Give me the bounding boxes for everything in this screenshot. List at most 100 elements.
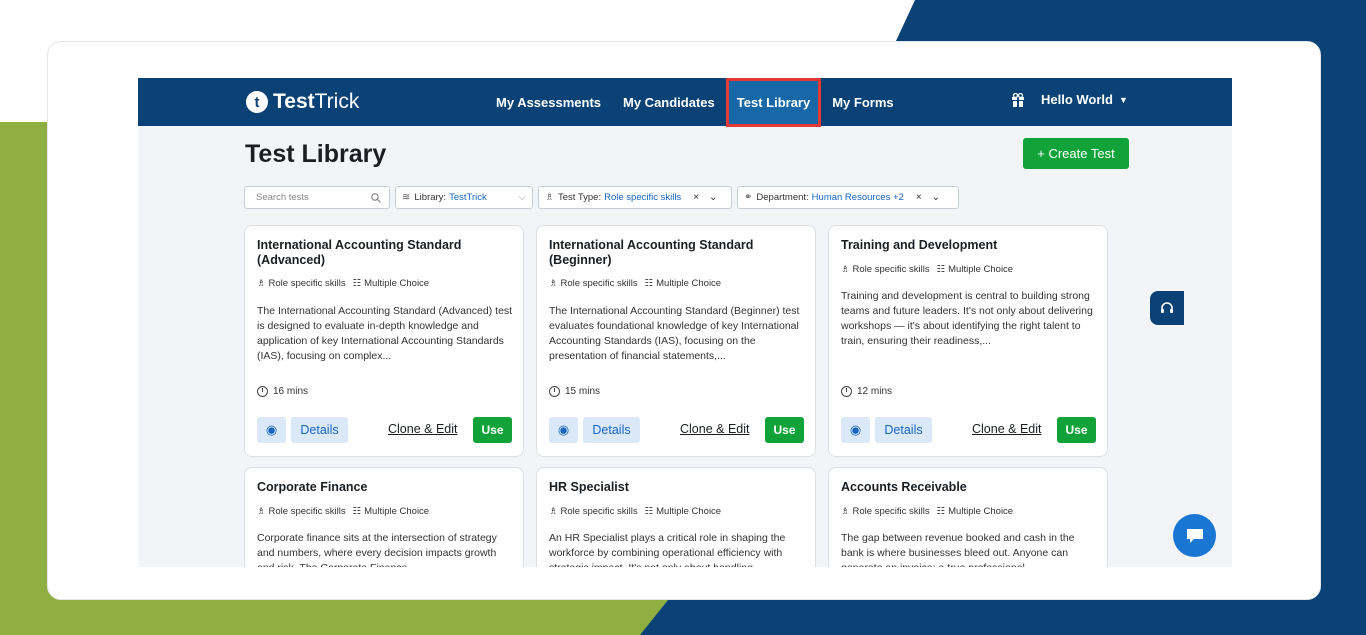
card-meta: ♗ Role specific skills ☷ Multiple Choice [257,506,432,517]
use-button[interactable]: Use [1057,417,1096,443]
top-navbar: t Test Trick My Assessments My Candidate… [138,78,1232,127]
details-button[interactable]: Details [583,417,640,443]
skills-icon: ♗ [545,192,554,203]
test-type-label: Test Type: [557,192,602,203]
chevron-down-icon[interactable]: ⌄ [932,192,940,203]
card-title: Corporate Finance [257,480,368,494]
preview-eye-icon[interactable]: ◉ [257,417,286,443]
card-category: Role specific skills [852,506,930,517]
card-format: Multiple Choice [656,278,722,289]
card-duration: 16 mins [257,386,308,397]
screenshot-frame: t Test Trick My Assessments My Candidate… [47,41,1321,600]
skills-icon: ♗ [841,264,850,275]
clone-edit-link[interactable]: Clone & Edit [680,422,749,436]
details-button[interactable]: Details [291,417,348,443]
library-value: TestTrick [449,192,487,203]
support-headset-button[interactable] [1150,291,1184,325]
duration-text: 12 mins [857,386,893,397]
card-meta: ♗ Role specific skills ☷ Multiple Choice [257,278,432,289]
brand-name-bold: Test [273,90,315,113]
skills-icon: ♗ [549,506,558,517]
department-value: Human Resources +2 [811,192,904,203]
test-card[interactable]: HR Specialist ♗ Role specific skills ☷ Mul… [536,467,816,567]
card-category: Role specific skills [268,278,346,289]
card-category: Role specific skills [268,506,346,517]
card-category: Role specific skills [560,506,638,517]
library-label: Library: [414,192,447,203]
test-type-value: Role specific skills [604,192,682,203]
clock-icon [841,386,852,397]
test-card[interactable]: Training and Development ♗ Role specific … [828,225,1108,457]
test-card[interactable]: Accounts Receivable ♗ Role specific skill… [828,467,1108,567]
layers-icon: ≋ [402,192,411,203]
card-title: International Accounting Standard (Begin… [549,238,754,267]
card-actions: ◉ Details Clone & Edit Use [257,417,513,443]
card-description: An HR Specialist plays a critical role i… [549,532,786,567]
card-title: Training and Development [841,238,998,252]
list-icon: ☷ [352,278,362,289]
card-duration: 15 mins [549,386,600,397]
brand-name-regular: Trick [314,90,360,113]
list-icon: ☷ [936,264,946,275]
page-title: Test Library [245,140,387,168]
card-description: The International Accounting Standard (A… [257,305,513,362]
clock-icon [257,386,268,397]
card-meta: ♗ Role specific skills ☷ Multiple Choice [841,506,1016,517]
card-actions: ◉ Details Clone & Edit Use [549,417,805,443]
nav-links: My Assessments My Candidates Test Librar… [496,78,916,127]
nav-test-library[interactable]: Test Library [725,78,822,127]
test-card[interactable]: International Accounting Standard (Advan… [244,225,524,457]
nav-my-assessments[interactable]: My Assessments [496,95,601,110]
card-description: Corporate finance sits at the intersecti… [257,532,497,567]
skills-icon: ♗ [257,506,266,517]
card-format: Multiple Choice [948,506,1014,517]
library-filter[interactable]: ≋ Library: TestTrick ⌵ [395,186,533,209]
card-title: HR Specialist [549,480,629,494]
gift-icon[interactable] [1011,92,1025,107]
preview-eye-icon[interactable]: ◉ [841,417,870,443]
card-category: Role specific skills [560,278,638,289]
brand-logo[interactable]: t Test Trick [246,90,359,114]
department-filter[interactable]: ⚭ Department: Human Resources +2 × ⌄ [737,186,959,209]
clock-icon [549,386,560,397]
test-card[interactable]: International Accounting Standard (Begin… [536,225,816,457]
preview-eye-icon[interactable]: ◉ [549,417,578,443]
test-card[interactable]: Corporate Finance ♗ Role specific skills … [244,467,524,567]
use-button[interactable]: Use [765,417,804,443]
skills-icon: ♗ [841,506,850,517]
clone-edit-link[interactable]: Clone & Edit [972,422,1041,436]
department-label: Department: [756,192,809,203]
card-format: Multiple Choice [948,264,1014,275]
nav-my-forms[interactable]: My Forms [832,95,893,110]
create-test-button[interactable]: + Create Test [1023,138,1129,169]
card-title: Accounts Receivable [841,480,967,494]
test-type-filter[interactable]: ♗ Test Type: Role specific skills × ⌄ [538,186,732,209]
clone-edit-link[interactable]: Clone & Edit [388,422,457,436]
card-format: Multiple Choice [364,278,430,289]
card-meta: ♗ Role specific skills ☷ Multiple Choice [549,278,724,289]
list-icon: ☷ [352,506,362,517]
duration-text: 16 mins [273,386,309,397]
nav-my-candidates[interactable]: My Candidates [623,95,715,110]
card-duration: 12 mins [841,386,892,397]
card-description: Training and development is central to b… [841,290,1093,347]
list-icon: ☷ [936,506,946,517]
user-name: Hello World [1041,92,1113,107]
chat-bubble-button[interactable] [1173,514,1216,557]
search-placeholder: Search tests [256,192,309,203]
card-description: The International Accounting Standard (B… [549,305,800,362]
user-menu[interactable]: Hello World ▼ [1011,92,1128,107]
chevron-down-icon[interactable]: ⌄ [709,192,717,203]
details-button[interactable]: Details [875,417,932,443]
chevron-down-icon: ⌵ [518,192,526,203]
search-input[interactable]: Search tests [244,186,390,209]
clear-icon[interactable]: × [693,192,699,203]
card-actions: ◉ Details Clone & Edit Use [841,417,1097,443]
skills-icon: ♗ [257,278,266,289]
card-title: International Accounting Standard (Advan… [257,238,462,267]
filter-bar: Search tests ≋ Library: TestTrick ⌵ ♗ Te… [244,186,964,209]
clear-icon[interactable]: × [916,192,922,203]
use-button[interactable]: Use [473,417,512,443]
card-format: Multiple Choice [364,506,430,517]
card-meta: ♗ Role specific skills ☷ Multiple Choice [841,264,1016,275]
